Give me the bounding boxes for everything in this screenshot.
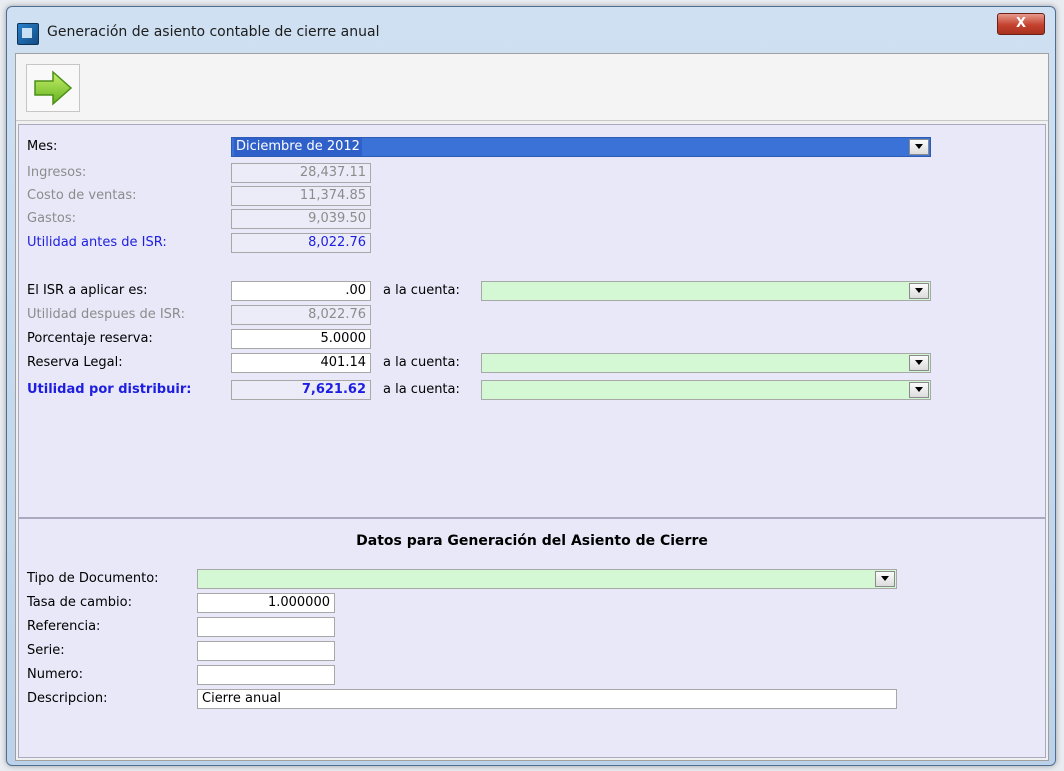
window-title: Generación de asiento contable de cierre… — [47, 24, 380, 40]
ingresos-field: 28,437.11 — [231, 163, 371, 183]
close-button[interactable]: X — [997, 13, 1045, 35]
ingresos-label: Ingresos: — [27, 165, 87, 180]
utilidad-antes-label: Utilidad antes de ISR: — [27, 235, 167, 250]
reserva-input[interactable]: 401.14 — [231, 353, 371, 373]
distribuir-field: 7,621.62 — [231, 380, 371, 400]
mes-dropdown-button[interactable] — [909, 139, 929, 155]
asiento-panel: Datos para Generación del Asiento de Cie… — [18, 518, 1046, 758]
reserva-cuenta-select[interactable] — [481, 353, 931, 373]
tasa-cambio-label: Tasa de cambio: — [27, 595, 132, 610]
dialog-window: Generación de asiento contable de cierre… — [6, 6, 1056, 766]
generate-button[interactable] — [26, 64, 80, 112]
tasa-cambio-input[interactable]: 1.000000 — [197, 593, 335, 613]
isr-cuenta-select[interactable] — [481, 281, 931, 301]
tipo-documento-label: Tipo de Documento: — [27, 571, 159, 586]
distribuir-cuenta-select[interactable] — [481, 380, 931, 400]
app-icon — [17, 23, 39, 45]
reserva-cuenta-label: a la cuenta: — [383, 355, 460, 370]
chevron-down-icon — [915, 288, 923, 293]
chevron-down-icon — [915, 360, 923, 365]
tipo-documento-select[interactable] — [197, 569, 897, 589]
title-bar[interactable]: Generación de asiento contable de cierre… — [7, 7, 1055, 49]
utilidad-antes-field: 8,022.76 — [231, 233, 371, 253]
distribuir-cuenta-dropdown-button[interactable] — [909, 382, 929, 398]
costo-ventas-field: 11,374.85 — [231, 186, 371, 206]
referencia-input[interactable] — [197, 617, 335, 637]
porcentaje-input[interactable]: 5.0000 — [231, 329, 371, 349]
asiento-section-title: Datos para Generación del Asiento de Cie… — [356, 533, 708, 549]
referencia-label: Referencia: — [27, 619, 101, 634]
serie-input[interactable] — [197, 641, 335, 661]
reserva-label: Reserva Legal: — [27, 355, 123, 370]
gastos-label: Gastos: — [27, 211, 77, 226]
serie-label: Serie: — [27, 643, 65, 658]
distribuir-label: Utilidad por distribuir: — [27, 382, 192, 397]
mes-value: Diciembre de 2012 — [234, 138, 362, 156]
chevron-down-icon — [915, 387, 923, 392]
costo-ventas-label: Costo de ventas: — [27, 188, 137, 203]
summary-panel: Mes: Diciembre de 2012 Ingresos: 28,437.… — [18, 124, 1046, 518]
toolbar — [16, 54, 1048, 121]
chevron-down-icon — [881, 576, 889, 581]
client-area: Mes: Diciembre de 2012 Ingresos: 28,437.… — [15, 53, 1049, 761]
arrow-right-icon — [34, 70, 73, 106]
numero-label: Numero: — [27, 667, 84, 682]
descripcion-label: Descripcion: — [27, 691, 108, 706]
utilidad-despues-label: Utilidad despues de ISR: — [27, 307, 185, 322]
numero-input[interactable] — [197, 665, 335, 685]
isr-label: El ISR a aplicar es: — [27, 283, 148, 298]
gastos-field: 9,039.50 — [231, 209, 371, 229]
isr-cuenta-dropdown-button[interactable] — [909, 283, 929, 299]
porcentaje-label: Porcentaje reserva: — [27, 331, 153, 346]
distribuir-cuenta-label: a la cuenta: — [383, 382, 460, 397]
descripcion-input[interactable]: Cierre anual — [197, 689, 897, 709]
chevron-down-icon — [915, 144, 923, 149]
reserva-cuenta-dropdown-button[interactable] — [909, 355, 929, 371]
mes-label: Mes: — [27, 139, 58, 154]
utilidad-despues-field: 8,022.76 — [231, 305, 371, 325]
tipo-documento-dropdown-button[interactable] — [875, 571, 895, 587]
mes-select[interactable]: Diciembre de 2012 — [231, 137, 931, 157]
close-icon: X — [1015, 16, 1027, 31]
isr-input[interactable]: .00 — [231, 281, 371, 301]
isr-cuenta-label: a la cuenta: — [383, 283, 460, 298]
